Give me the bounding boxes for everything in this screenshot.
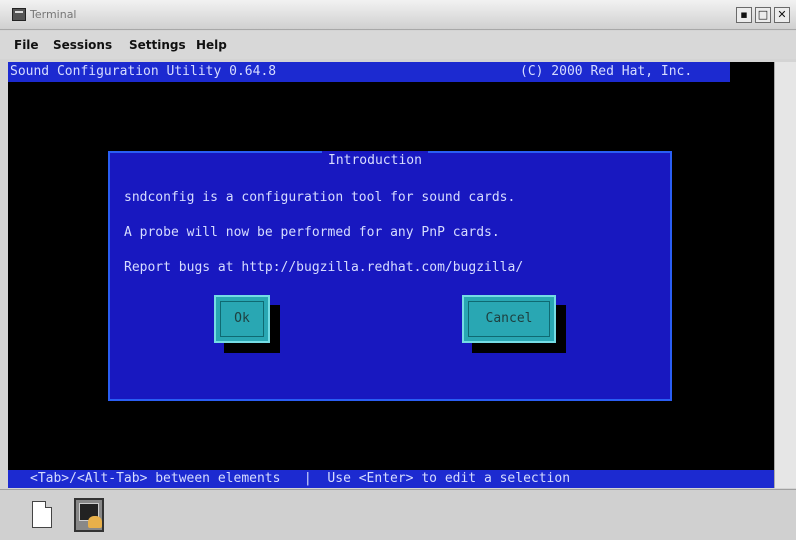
menu-sessions[interactable]: Sessions <box>53 38 112 52</box>
title-bar[interactable]: Terminal ▪ □ ✕ <box>0 0 796 30</box>
utility-title: Sound Configuration Utility 0.64.8 <box>10 64 277 79</box>
new-document-icon[interactable] <box>28 498 58 532</box>
ok-button-frame <box>220 301 264 337</box>
menu-bar: File Sessions Settings Help <box>0 31 796 59</box>
menu-settings[interactable]: Settings <box>129 38 186 52</box>
cancel-button[interactable]: Cancel <box>462 295 556 343</box>
menu-help[interactable]: Help <box>196 38 227 52</box>
session-taskbar <box>0 489 796 540</box>
utility-header: Sound Configuration Utility 0.64.8 (C) 2… <box>8 62 730 82</box>
help-footer: <Tab>/<Alt-Tab> between elements | Use <… <box>8 470 774 488</box>
maximize-button[interactable]: □ <box>755 7 771 23</box>
terminal-scrollbar[interactable] <box>774 62 796 488</box>
dialog-title: Introduction <box>322 151 428 171</box>
dialog-line: sndconfig is a configuration tool for so… <box>124 190 516 205</box>
terminal-window: Terminal ▪ □ ✕ File Sessions Settings He… <box>0 0 796 540</box>
close-button[interactable]: ✕ <box>774 7 790 23</box>
window-title: Terminal <box>30 8 77 21</box>
terminal-screen[interactable]: Sound Configuration Utility 0.64.8 (C) 2… <box>8 62 774 488</box>
cancel-button-frame <box>468 301 550 337</box>
introduction-dialog: Introduction sndconfig is a configuratio… <box>108 151 672 401</box>
minimize-button[interactable]: ▪ <box>736 7 752 23</box>
window-menu-icon[interactable] <box>12 8 26 21</box>
copyright-text: (C) 2000 Red Hat, Inc. <box>520 64 693 79</box>
dialog-line: Report bugs at http://bugzilla.redhat.co… <box>124 260 524 275</box>
ok-button[interactable]: Ok <box>214 295 270 343</box>
dialog-line: A probe will now be performed for any Pn… <box>124 225 500 240</box>
menu-file[interactable]: File <box>14 38 39 52</box>
terminal-icon[interactable] <box>74 498 104 532</box>
